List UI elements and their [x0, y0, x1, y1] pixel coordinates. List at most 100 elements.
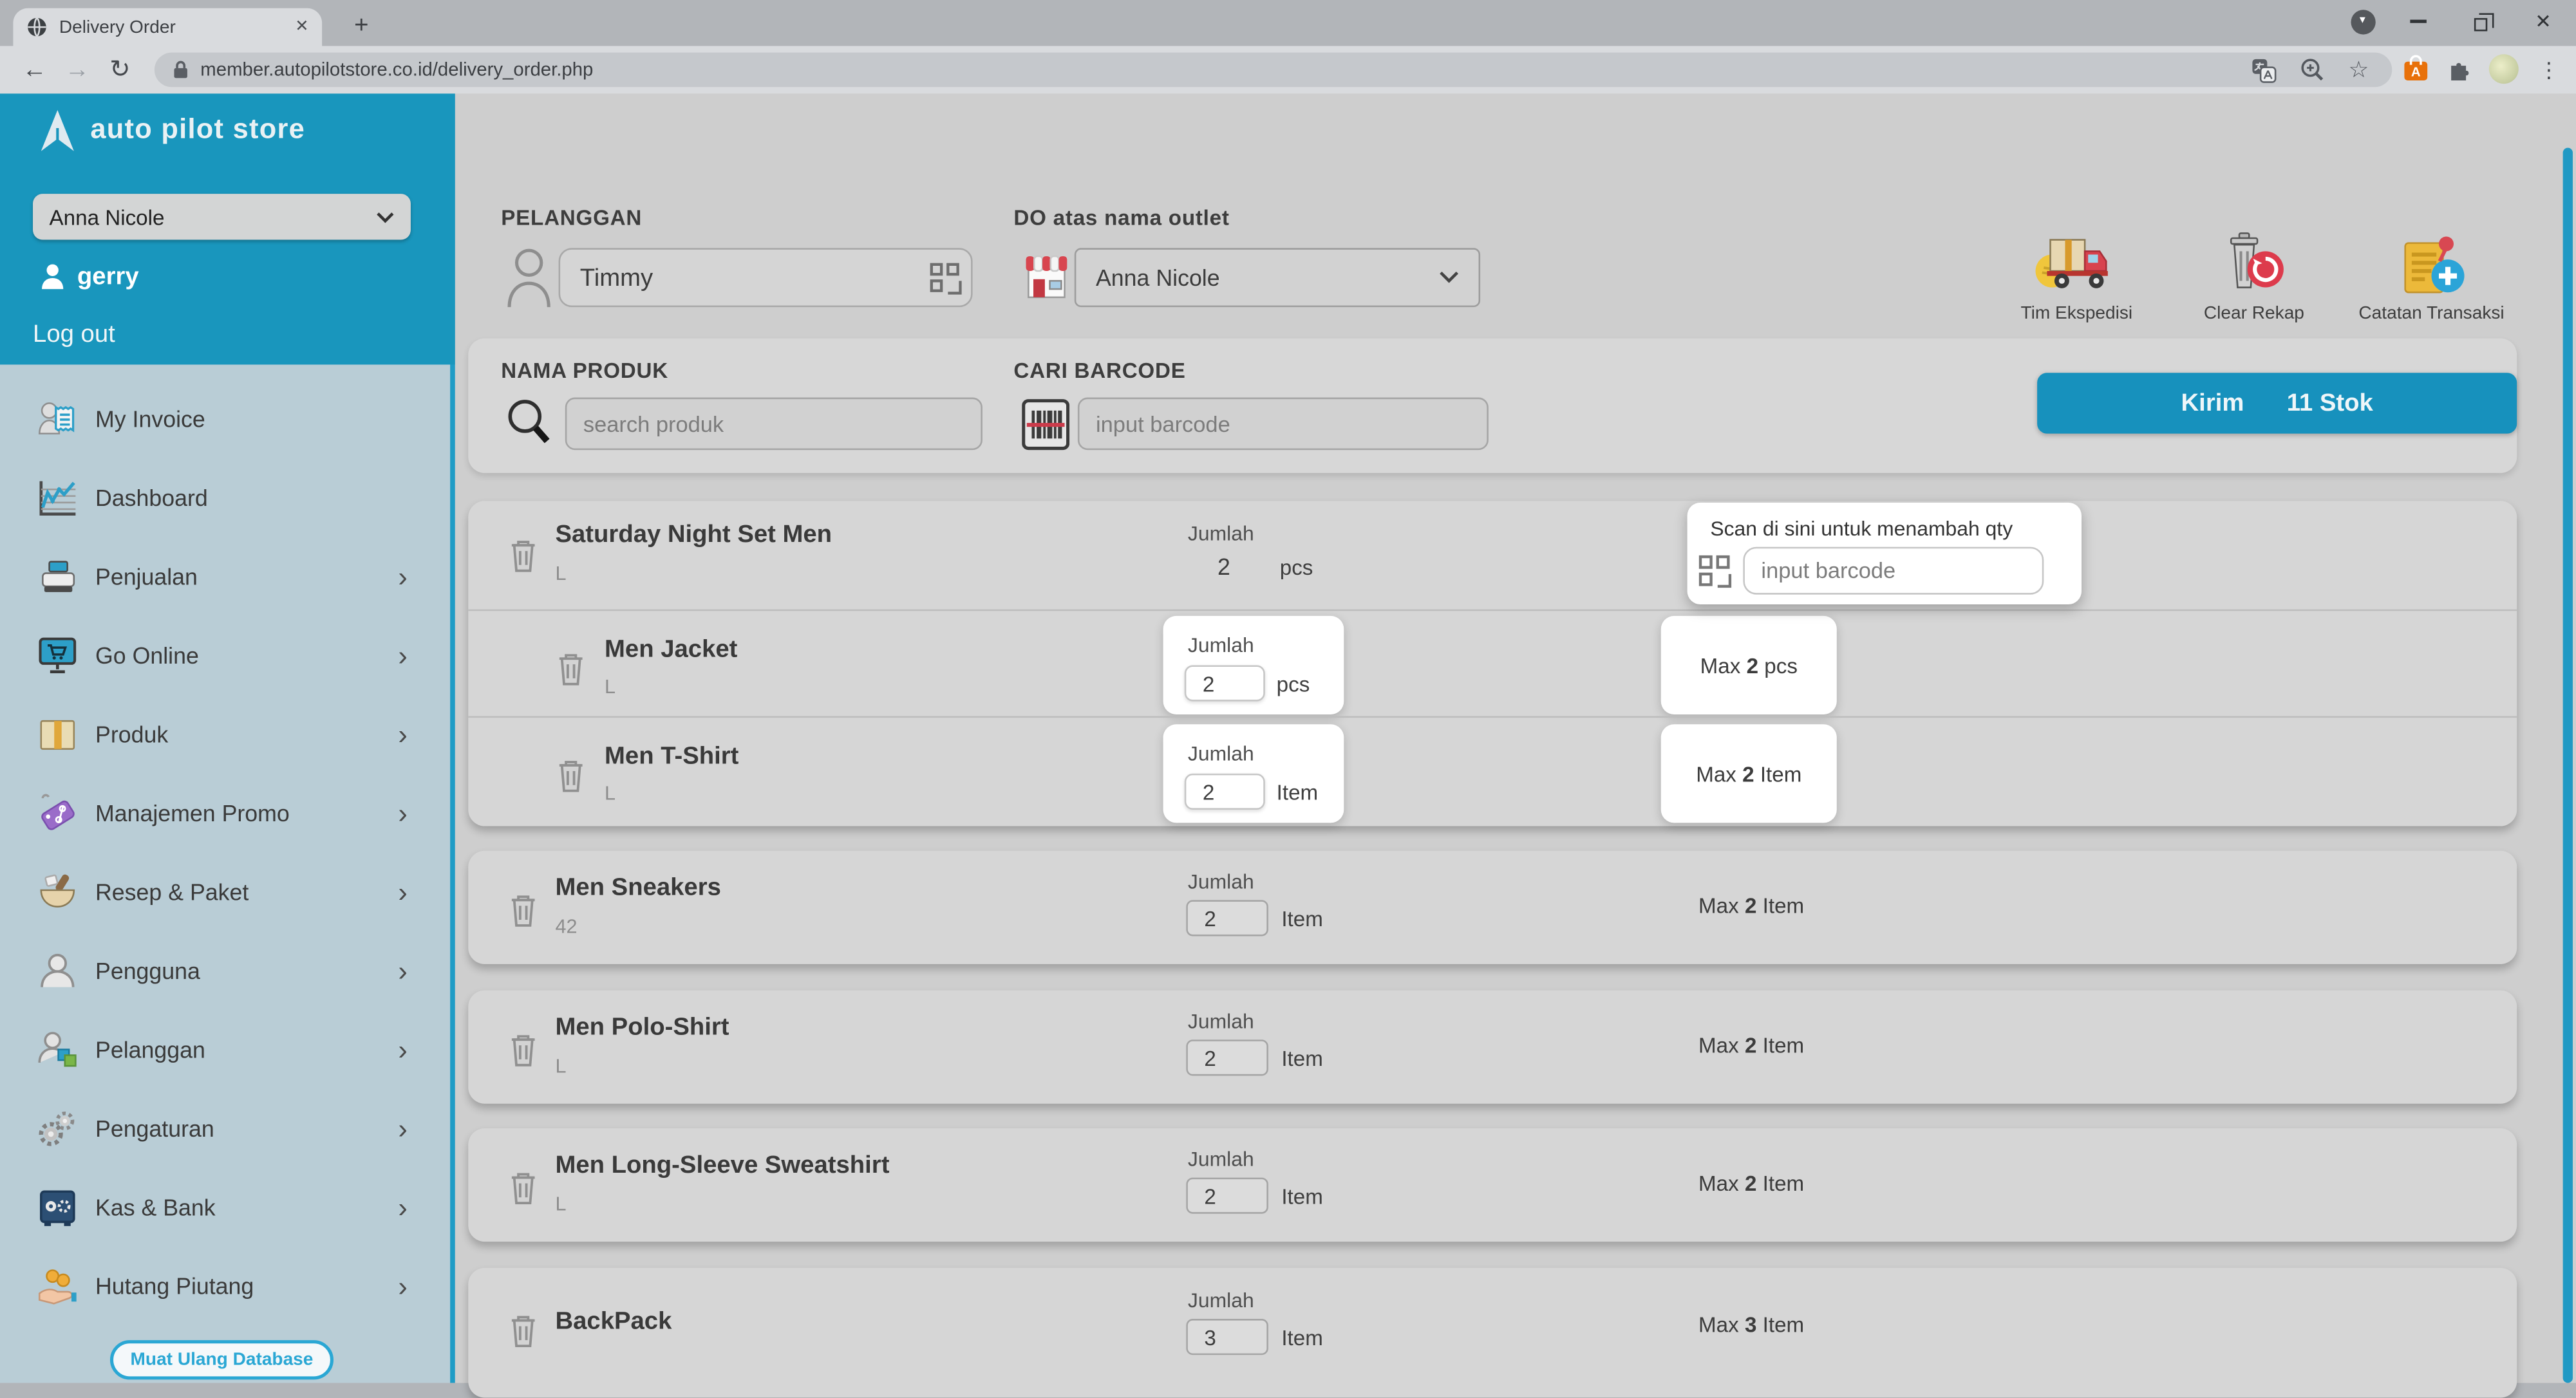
browser-frame: Delivery Order ✕ + ▼ ✕ — [0, 0, 2576, 46]
product-card-set: Saturday Night Set Men L Jumlah 2 pcs Me… — [468, 501, 2517, 826]
sidebar-username: gerry — [77, 263, 139, 290]
qty-unit: pcs — [1277, 672, 1310, 696]
box-icon — [36, 713, 79, 755]
reload-button[interactable]: ↻ — [102, 53, 138, 89]
sidebar-item-resep-paket[interactable]: Resep & Paket › — [0, 852, 450, 931]
promo-tag-icon — [36, 792, 79, 834]
reload-database-button[interactable]: Muat Ulang Database — [110, 1340, 334, 1379]
sidebar-item-manajemen-promo[interactable]: Manajemen Promo › — [0, 774, 450, 852]
search-produk-input[interactable] — [565, 398, 982, 451]
qr-scan-icon — [1697, 554, 1733, 590]
pelanggan-input[interactable] — [559, 248, 973, 307]
chevron-right-icon: › — [398, 1036, 407, 1063]
qty-input[interactable] — [1185, 665, 1265, 701]
do-outlet-select[interactable]: Anna Nicole — [1075, 248, 1480, 307]
safe-icon — [36, 1186, 79, 1228]
sidebar-item-my-invoice[interactable]: My Invoice — [0, 379, 450, 458]
qty-input[interactable] — [1186, 1319, 1268, 1355]
sidebar-item-kas-bank[interactable]: Kas & Bank › — [0, 1168, 450, 1246]
qty-input[interactable] — [1186, 1039, 1268, 1076]
customer-icon — [36, 1028, 79, 1070]
mortar-pestle-icon — [36, 870, 79, 913]
product-row: Men T-Shirt L Jumlah Item Max 2 Item — [468, 716, 2517, 826]
search-icon — [506, 398, 552, 447]
person-icon — [36, 949, 79, 992]
browser-tab[interactable]: Delivery Order ✕ — [13, 8, 322, 46]
max-qty-text: Max 2 Item — [1661, 893, 1842, 918]
browser-menu-icon[interactable]: ⋮ — [2538, 57, 2559, 84]
main-content: PELANGGAN DO atas nama outlet — [455, 93, 2576, 1383]
forward-button[interactable]: → — [59, 53, 95, 89]
max-highlight-box: Max 2 pcs — [1661, 616, 1837, 714]
sidebar-item-pelanggan[interactable]: Pelanggan › — [0, 1010, 450, 1088]
online-shop-monitor-icon — [36, 634, 79, 676]
back-button[interactable]: ← — [17, 53, 53, 89]
sidebar-outlet-select[interactable]: Anna Nicole — [33, 194, 411, 239]
sidebar-item-dashboard[interactable]: Dashboard — [0, 458, 450, 537]
tooltip-text: Scan di sini untuk menambah qty — [1710, 517, 2013, 541]
barcode-icon — [1022, 398, 1069, 452]
qr-scan-icon[interactable] — [928, 261, 963, 296]
trash-icon[interactable] — [509, 1170, 537, 1206]
svg-text:A: A — [2411, 66, 2421, 80]
trash-icon[interactable] — [509, 537, 537, 573]
trash-icon[interactable] — [509, 1031, 537, 1067]
tooltip-barcode-input[interactable] — [1743, 547, 2044, 595]
sidebar-item-produk[interactable]: Produk › — [0, 694, 450, 773]
logout-link[interactable]: Log out — [33, 321, 115, 348]
kirim-button[interactable]: Kirim 11 Stok — [2037, 373, 2517, 433]
note-add-icon — [2395, 232, 2467, 301]
kirim-label: Kirim — [2181, 389, 2244, 417]
max-qty-text: Max 2 Item — [1696, 761, 1801, 786]
extensions-puzzle-icon[interactable] — [2446, 56, 2472, 82]
max-qty-text: Max 3 Item — [1661, 1312, 1842, 1337]
clear-rekap-button[interactable]: Clear Rekap — [2172, 232, 2336, 324]
restore-button[interactable] — [2465, 10, 2497, 39]
chevron-right-icon: › — [398, 720, 407, 748]
catatan-transaksi-button[interactable]: Catatan Transaksi — [2349, 232, 2514, 324]
screen: Delivery Order ✕ + ▼ ✕ ← → ↻ member.auto… — [0, 0, 2576, 1383]
max-qty-text: Max 2 Item — [1661, 1171, 1842, 1195]
chevron-right-icon: › — [398, 878, 407, 906]
chevron-right-icon: › — [398, 563, 407, 590]
user-icon — [39, 263, 66, 290]
qty-input[interactable] — [1186, 1178, 1268, 1214]
scan-qty-tooltip: Scan di sini untuk menambah qty — [1688, 503, 2082, 604]
url-bar[interactable]: member.autopilotstore.co.id/delivery_ord… — [155, 53, 2392, 88]
new-tab-button[interactable]: + — [345, 10, 378, 42]
sidebar-item-hutang-piutang[interactable]: Hutang Piutang › — [0, 1247, 450, 1325]
close-button[interactable]: ✕ — [2527, 6, 2560, 36]
sidebar-item-penjualan[interactable]: Penjualan › — [0, 537, 450, 615]
qty-input[interactable] — [1186, 900, 1268, 936]
minimize-button[interactable] — [2402, 6, 2435, 36]
sidebar-item-pengaturan[interactable]: Pengaturan › — [0, 1089, 450, 1168]
tab-close-icon[interactable]: ✕ — [295, 18, 308, 36]
trash-icon[interactable] — [509, 1312, 537, 1348]
trash-icon[interactable] — [509, 892, 537, 928]
tim-ekspedisi-label: Tim Ekspedisi — [2021, 304, 2133, 324]
page-scrollbar-thumb[interactable] — [2563, 148, 2573, 1383]
browser-status-button[interactable]: ▼ — [2346, 6, 2379, 36]
sidebar-item-pengguna[interactable]: Pengguna › — [0, 931, 450, 1010]
qty-unit: Item — [1281, 1046, 1323, 1070]
product-row: Saturday Night Set Men L Jumlah 2 pcs — [468, 501, 2517, 609]
chevron-right-icon: › — [398, 1193, 407, 1221]
profile-avatar[interactable] — [2489, 54, 2519, 84]
trash-icon[interactable] — [557, 757, 585, 793]
qty-unit: Item — [1281, 907, 1323, 931]
cari-barcode-input[interactable] — [1078, 398, 1489, 451]
caret-down-icon: ▼ — [2350, 9, 2374, 33]
trash-icon[interactable] — [557, 650, 585, 686]
translate-icon[interactable] — [2252, 57, 2278, 83]
zoom-icon[interactable] — [2300, 57, 2325, 82]
qty-input[interactable] — [1185, 774, 1265, 810]
sidebar-item-go-online[interactable]: Go Online › — [0, 616, 450, 694]
tim-ekspedisi-button[interactable]: Tim Ekspedisi — [1995, 232, 2159, 324]
nama-produk-label: NAMA PRODUK — [501, 358, 668, 382]
hand-coins-icon — [36, 1265, 79, 1307]
chevron-down-icon — [1439, 271, 1459, 284]
clear-rekap-label: Clear Rekap — [2204, 304, 2304, 324]
bookmark-star-icon[interactable]: ☆ — [2348, 56, 2369, 84]
globe-icon — [26, 17, 48, 38]
store-extension-icon[interactable]: A — [2402, 54, 2430, 82]
